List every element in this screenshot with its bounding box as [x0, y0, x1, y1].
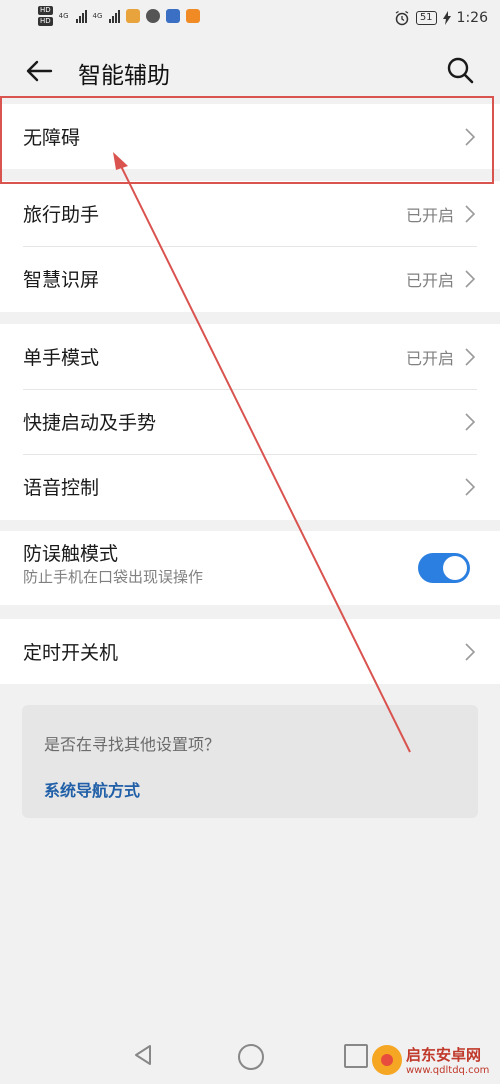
shortcuts-gestures-row[interactable]: 快捷启动及手势: [0, 389, 500, 454]
scheduled-power-row[interactable]: 定时开关机: [0, 619, 500, 684]
row-label: 旅行助手: [23, 204, 100, 226]
settings-card-pocket-mode: 防误触模式 防止手机在口袋出现误操作: [0, 531, 500, 605]
app-header: 智能辅助: [0, 40, 500, 102]
one-hand-mode-row[interactable]: 单手模式 已开启: [0, 324, 500, 389]
row-label: 定时开关机: [23, 642, 119, 664]
notification-app-icon: [166, 9, 181, 23]
signal-icon: [75, 9, 87, 23]
chevron-right-icon: [465, 478, 475, 496]
row-label: 智慧识屏: [23, 269, 100, 291]
row-label: 快捷启动及手势: [23, 412, 157, 434]
settings-card-power: 定时开关机: [0, 619, 500, 684]
status-icons-left: HD HD 4G 4G: [38, 6, 201, 26]
chevron-right-icon: [465, 348, 475, 366]
watermark-logo-icon: [372, 1045, 402, 1075]
back-arrow-icon[interactable]: [24, 56, 54, 86]
network-type: 4G: [58, 12, 69, 20]
suggestion-link-navigation[interactable]: 系统导航方式: [44, 777, 140, 801]
chevron-right-icon: [465, 643, 475, 661]
watermark-title: 启东安卓网: [406, 1046, 482, 1064]
watermark-url: www.qdltdq.com: [406, 1065, 490, 1076]
row-label: 语音控制: [23, 477, 100, 499]
pocket-mode-subtitle: 防止手机在口袋出现误操作: [23, 568, 204, 586]
pocket-mode-label: 防误触模式: [23, 543, 119, 565]
nav-recents-icon[interactable]: [344, 1044, 368, 1068]
signal-icon: [109, 9, 121, 23]
status-text: 已开启: [405, 205, 454, 225]
status-bar: HD HD 4G 4G 51 1:26: [0, 0, 500, 40]
clock-time: 1:26: [456, 10, 488, 26]
hd-indicator: HD HD: [38, 6, 53, 26]
nav-home-icon[interactable]: [238, 1044, 264, 1070]
chevron-right-icon: [465, 270, 475, 288]
battery-level: 51: [415, 11, 437, 25]
settings-card-controls: 单手模式 已开启 快捷启动及手势 语音控制: [0, 324, 500, 520]
hd-badge: HD: [38, 6, 53, 15]
smart-screen-row[interactable]: 智慧识屏 已开启: [0, 246, 500, 311]
watermark: 启东安卓网 www.qdltdq.com: [372, 1044, 489, 1076]
row-label: 单手模式: [23, 347, 100, 369]
voice-control-row[interactable]: 语音控制: [0, 454, 500, 519]
network-type: 4G: [92, 12, 103, 20]
settings-card-assistant: 旅行助手 已开启 智慧识屏 已开启: [0, 181, 500, 312]
chevron-right-icon: [465, 205, 475, 223]
status-text: 已开启: [405, 270, 454, 290]
suggestion-question: 是否在寻找其他设置项？: [44, 735, 221, 754]
annotation-highlight-box: [0, 96, 494, 184]
status-text: 已开启: [405, 348, 454, 368]
suggestion-box: 是否在寻找其他设置项？ 系统导航方式: [22, 705, 478, 818]
nav-back-icon[interactable]: [132, 1044, 154, 1066]
notification-app-icon: [186, 9, 201, 23]
travel-assistant-row[interactable]: 旅行助手 已开启: [0, 181, 500, 246]
alarm-icon: [395, 10, 409, 26]
search-icon[interactable]: [446, 56, 474, 84]
page-title: 智能辅助: [78, 63, 170, 89]
notification-app-icon: [126, 9, 141, 23]
pocket-mode-toggle[interactable]: [418, 553, 470, 583]
hd-badge: HD: [38, 17, 53, 26]
chevron-right-icon: [465, 413, 475, 431]
status-icons-right: 51 1:26: [394, 10, 488, 26]
toggle-knob: [443, 556, 467, 580]
charging-icon: [442, 11, 451, 25]
wechat-icon: [146, 9, 161, 23]
